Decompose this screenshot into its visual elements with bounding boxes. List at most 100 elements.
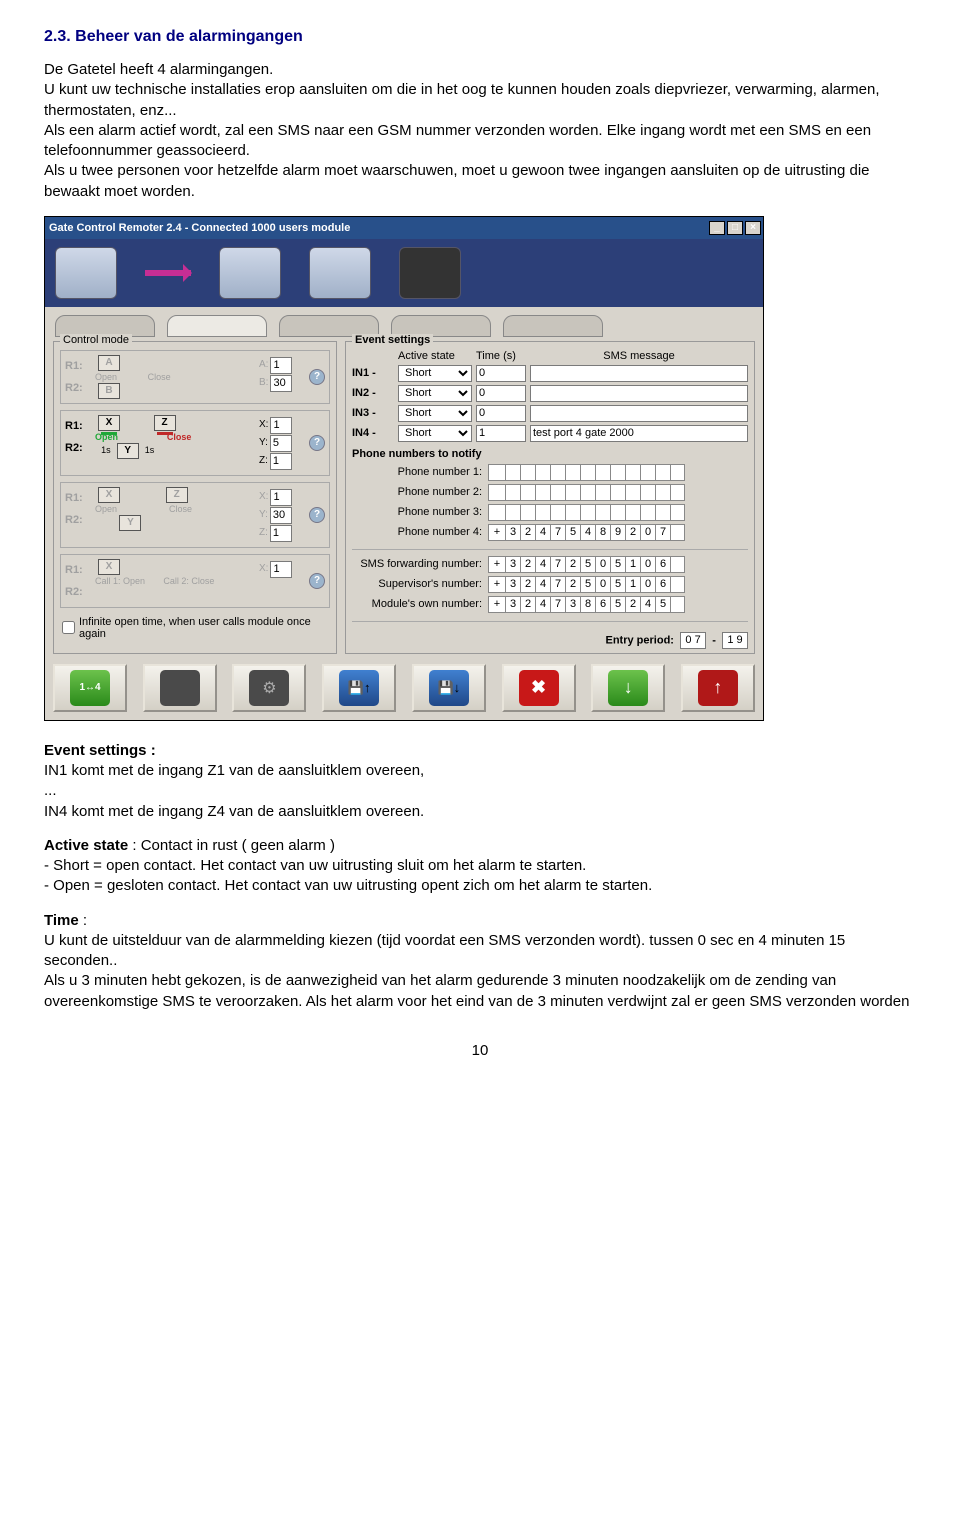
phone-digit[interactable]: 3 (565, 596, 580, 613)
phone-digit[interactable] (655, 504, 670, 521)
phone-input[interactable]: +32473865245 (488, 596, 748, 613)
minimize-button[interactable]: _ (709, 221, 725, 235)
phone-digit[interactable]: 5 (610, 576, 625, 593)
control-mode-row[interactable]: R1: R2: X Z Open Close 1s Y 1s (60, 410, 330, 476)
phone-digit[interactable]: 4 (640, 596, 655, 613)
phone-digit[interactable]: 0 (595, 576, 610, 593)
phone-digit[interactable] (625, 504, 640, 521)
phone-digit[interactable]: 7 (550, 576, 565, 593)
active-state-select[interactable]: Short (398, 425, 472, 442)
phone-digit[interactable]: + (488, 556, 505, 573)
phone-digit[interactable] (580, 484, 595, 501)
save-button[interactable] (412, 664, 486, 712)
phone-digit[interactable] (610, 464, 625, 481)
time-input[interactable] (476, 425, 526, 442)
help-icon[interactable]: ? (309, 573, 325, 589)
phone-digit[interactable]: 2 (565, 576, 580, 593)
sms-message-input[interactable] (530, 425, 748, 442)
phone-digit[interactable] (580, 504, 595, 521)
help-icon[interactable]: ? (309, 435, 325, 451)
upload-button[interactable] (681, 664, 755, 712)
phone-digit[interactable]: 4 (535, 596, 550, 613)
settings-button[interactable] (232, 664, 306, 712)
phone-digit[interactable] (535, 464, 550, 481)
phone-input[interactable]: +32472505106 (488, 576, 748, 593)
value-input[interactable] (270, 435, 292, 452)
control-mode-row[interactable]: R1: R2: X Z Open Close Y X: (60, 482, 330, 548)
phone-digit[interactable] (670, 464, 685, 481)
phone-digit[interactable] (655, 484, 670, 501)
phone-digit[interactable]: 2 (625, 596, 640, 613)
maximize-button[interactable]: □ (727, 221, 743, 235)
phone-digit[interactable] (505, 504, 520, 521)
phone-digit[interactable] (640, 484, 655, 501)
phone-digit[interactable]: 5 (610, 596, 625, 613)
phone-digit[interactable]: 7 (655, 524, 670, 541)
tab-active[interactable] (167, 315, 267, 337)
time-input[interactable] (476, 385, 526, 402)
phone-input[interactable]: +32472505106 (488, 556, 748, 573)
phone-digit[interactable] (670, 576, 685, 593)
phone-digit[interactable] (595, 504, 610, 521)
active-state-select[interactable]: Short (398, 365, 472, 382)
phone-digit[interactable]: + (488, 596, 505, 613)
time-input[interactable] (476, 365, 526, 382)
phone-digit[interactable]: 2 (625, 524, 640, 541)
device-button[interactable] (143, 664, 217, 712)
phone-digit[interactable] (550, 504, 565, 521)
phone-digit[interactable]: 3 (505, 576, 520, 593)
phone-input[interactable] (488, 504, 748, 521)
phone-digit[interactable]: 6 (655, 576, 670, 593)
phone-digit[interactable]: 6 (655, 556, 670, 573)
phone-digit[interactable]: 2 (520, 596, 535, 613)
phone-digit[interactable]: 9 (610, 524, 625, 541)
phone-digit[interactable] (535, 484, 550, 501)
phone-digit[interactable]: 5 (565, 524, 580, 541)
sms-message-input[interactable] (530, 365, 748, 382)
phone-digit[interactable] (670, 556, 685, 573)
phone-digit[interactable] (565, 464, 580, 481)
phone-digit[interactable] (610, 484, 625, 501)
help-icon[interactable]: ? (309, 369, 325, 385)
phone-digit[interactable]: 2 (520, 576, 535, 593)
sms-message-input[interactable] (530, 405, 748, 422)
phone-digit[interactable] (595, 484, 610, 501)
cancel-button[interactable] (502, 664, 576, 712)
phone-digit[interactable]: 3 (505, 524, 520, 541)
phone-input[interactable] (488, 484, 748, 501)
active-state-select[interactable]: Short (398, 385, 472, 402)
phone-digit[interactable]: 1 (625, 556, 640, 573)
value-input[interactable] (270, 453, 292, 470)
phone-digit[interactable] (520, 484, 535, 501)
phone-digit[interactable] (670, 504, 685, 521)
phone-digit[interactable] (580, 464, 595, 481)
phone-digit[interactable] (670, 524, 685, 541)
phone-digit[interactable]: 5 (580, 576, 595, 593)
phone-digit[interactable]: 3 (505, 596, 520, 613)
phone-digit[interactable]: 4 (535, 524, 550, 541)
phone-digit[interactable] (640, 504, 655, 521)
phone-digit[interactable]: 4 (535, 576, 550, 593)
infinite-checkbox[interactable] (62, 621, 75, 634)
help-icon[interactable]: ? (309, 507, 325, 523)
download-button[interactable] (591, 664, 665, 712)
value-input[interactable] (270, 489, 292, 506)
phone-digit[interactable]: 6 (595, 596, 610, 613)
phone-digit[interactable]: 2 (565, 556, 580, 573)
phone-digit[interactable]: + (488, 524, 505, 541)
phone-digit[interactable] (488, 484, 505, 501)
phone-digit[interactable]: 5 (655, 596, 670, 613)
value-input[interactable] (270, 561, 292, 578)
phone-digit[interactable] (505, 484, 520, 501)
phone-digit[interactable]: 8 (580, 596, 595, 613)
entry-to-input[interactable] (722, 632, 748, 649)
phone-digit[interactable] (488, 464, 505, 481)
phone-digit[interactable]: 0 (640, 556, 655, 573)
phone-digit[interactable]: 0 (595, 556, 610, 573)
phone-digit[interactable]: 7 (550, 596, 565, 613)
control-mode-row[interactable]: R1: R2: A Open Close B A: B: ? (60, 350, 330, 404)
phone-digit[interactable]: 4 (580, 524, 595, 541)
phone-digit[interactable] (520, 464, 535, 481)
phone-digit[interactable] (565, 504, 580, 521)
close-button[interactable]: × (745, 221, 761, 235)
